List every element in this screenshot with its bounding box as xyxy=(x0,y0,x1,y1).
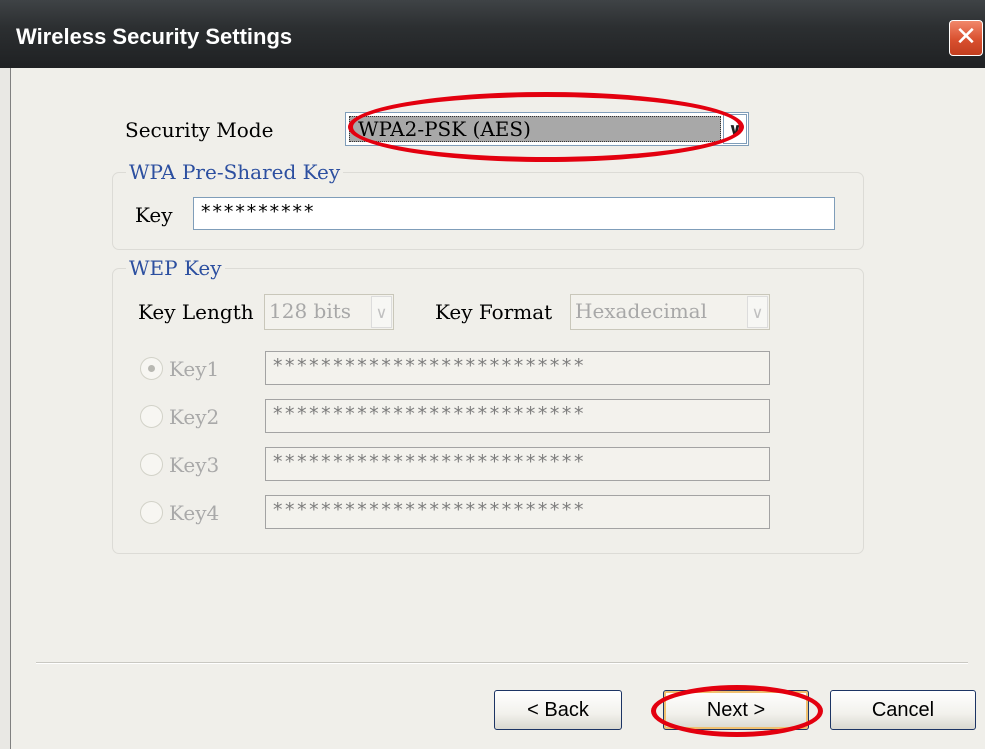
close-button[interactable]: ✕ xyxy=(949,20,983,56)
title-bar[interactable]: Wireless Security Settings ✕ xyxy=(0,0,985,68)
key-format-value: Hexadecimal xyxy=(575,299,708,323)
key4-input[interactable]: ************************** xyxy=(265,495,770,529)
security-mode-label: Security Mode xyxy=(125,118,274,142)
wpa-group-title: WPA Pre-Shared Key xyxy=(126,160,344,184)
back-button[interactable]: < Back xyxy=(494,690,622,730)
wpa-key-input[interactable]: ********** xyxy=(193,197,835,230)
footer-separator xyxy=(36,662,968,664)
cancel-button[interactable]: Cancel xyxy=(830,690,976,730)
close-icon: ✕ xyxy=(955,22,977,52)
key-length-value: 128 bits xyxy=(269,299,352,323)
key2-label: Key2 xyxy=(169,405,220,429)
security-mode-highlight xyxy=(348,92,744,162)
key1-input[interactable]: ************************** xyxy=(265,351,770,385)
key-format-label: Key Format xyxy=(435,300,553,324)
next-button-highlight xyxy=(651,685,823,737)
key3-radio[interactable] xyxy=(140,453,163,476)
window-left-edge xyxy=(0,68,10,749)
wpa-key-label: Key xyxy=(135,203,173,227)
key4-label: Key4 xyxy=(169,501,220,525)
key-length-label: Key Length xyxy=(138,300,254,324)
chevron-down-icon[interactable]: ∨ xyxy=(371,296,392,328)
key-format-select[interactable]: Hexadecimal ∨ xyxy=(570,294,770,330)
key4-radio[interactable] xyxy=(140,501,163,524)
key3-input[interactable]: ************************** xyxy=(265,447,770,481)
key1-label: Key1 xyxy=(169,357,220,381)
key2-input[interactable]: ************************** xyxy=(265,399,770,433)
wireless-security-dialog: Wireless Security Settings ✕ Security Mo… xyxy=(0,0,985,749)
key1-radio[interactable] xyxy=(140,357,163,380)
wep-group-title: WEP Key xyxy=(126,256,225,280)
dialog-title: Wireless Security Settings xyxy=(16,24,293,49)
key3-label: Key3 xyxy=(169,453,220,477)
key-length-select[interactable]: 128 bits ∨ xyxy=(264,294,394,330)
chevron-down-icon[interactable]: ∨ xyxy=(747,296,768,328)
key2-radio[interactable] xyxy=(140,405,163,428)
